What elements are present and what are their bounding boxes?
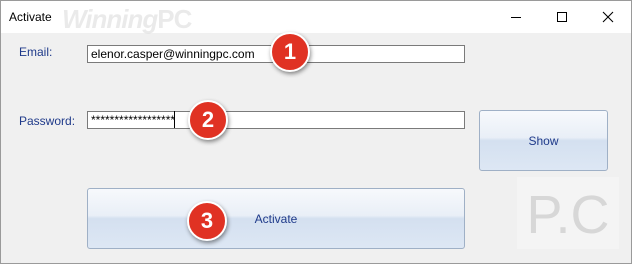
close-button[interactable]: [585, 1, 631, 33]
watermark: WinningPC: [62, 4, 192, 35]
maximize-button[interactable]: [539, 1, 585, 33]
winningpc-logo: P.C: [517, 177, 619, 249]
activate-button-label: Activate: [254, 211, 298, 226]
close-icon: [602, 11, 614, 23]
show-button[interactable]: Show: [479, 110, 608, 171]
minimize-icon: [511, 17, 521, 18]
window-title: Activate: [9, 10, 52, 24]
password-label: Password:: [19, 114, 76, 128]
step-badge-1: 1: [270, 32, 310, 72]
show-button-label: Show: [528, 133, 559, 148]
activate-button[interactable]: Activate: [87, 188, 465, 249]
text-cursor: [174, 111, 175, 128]
maximize-icon: [557, 12, 567, 22]
activate-window: Activate WinningPC Email: elenor.casper@…: [0, 0, 632, 264]
step-badge-3: 3: [187, 201, 227, 241]
email-label: Email:: [19, 45, 53, 59]
password-field[interactable]: ******************: [87, 111, 465, 129]
title-bar: Activate WinningPC: [1, 1, 631, 35]
minimize-button[interactable]: [493, 1, 539, 33]
watermark-script: Winning: [62, 4, 158, 34]
logo-text: P.C: [526, 185, 609, 245]
watermark-pc: PC: [157, 4, 192, 34]
step-badge-2: 2: [188, 100, 228, 140]
